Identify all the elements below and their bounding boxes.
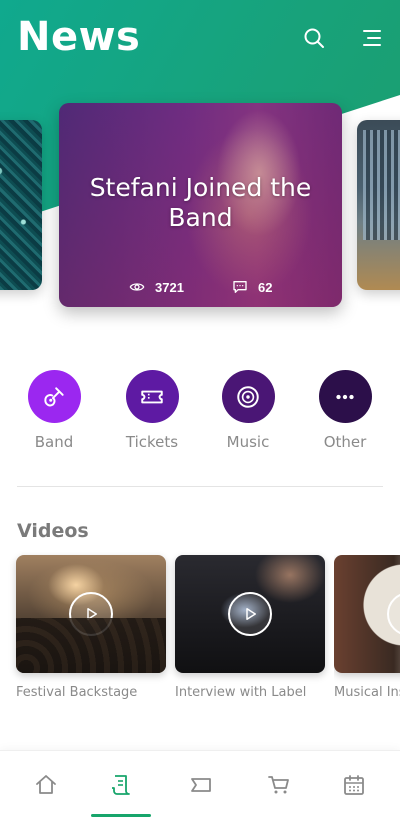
video-thumbnail bbox=[334, 555, 400, 673]
divider bbox=[17, 486, 383, 487]
video-title: Musical Ins bbox=[334, 685, 400, 700]
video-card[interactable]: Interview with Label bbox=[175, 555, 325, 700]
search-button[interactable] bbox=[302, 26, 326, 50]
video-card[interactable]: Festival Backstage bbox=[16, 555, 166, 700]
play-icon bbox=[87, 608, 97, 620]
views-count: 3721 bbox=[129, 279, 184, 295]
featured-title: Stefani Joined the Band bbox=[89, 173, 312, 232]
category-band-circle bbox=[27, 370, 81, 423]
views-value: 3721 bbox=[155, 279, 184, 295]
carousel-card-previous[interactable] bbox=[0, 120, 42, 290]
nav-tickets[interactable] bbox=[161, 751, 241, 817]
carousel-card-next[interactable] bbox=[357, 120, 400, 290]
calendar-icon bbox=[344, 774, 364, 795]
comments-value: 62 bbox=[258, 279, 273, 295]
video-thumbnail bbox=[16, 555, 166, 673]
nav-news[interactable] bbox=[81, 751, 161, 817]
menu-icon bbox=[363, 30, 381, 46]
category-tickets[interactable]: Tickets bbox=[112, 370, 192, 451]
video-thumbnail bbox=[175, 555, 325, 673]
news-icon bbox=[112, 774, 130, 795]
video-title: Interview with Label bbox=[175, 685, 307, 700]
comment-icon bbox=[233, 281, 247, 293]
play-button[interactable] bbox=[387, 592, 400, 636]
guitar-icon bbox=[44, 386, 64, 406]
disc-icon bbox=[237, 385, 259, 408]
category-label: Band bbox=[34, 433, 74, 451]
nav-calendar[interactable] bbox=[314, 751, 394, 817]
eye-icon bbox=[129, 283, 145, 291]
category-music[interactable]: Music bbox=[208, 370, 288, 451]
category-band[interactable]: Band bbox=[14, 370, 94, 451]
video-title: Festival Backstage bbox=[16, 685, 138, 700]
videos-section-title: Videos bbox=[17, 520, 89, 542]
search-icon bbox=[304, 28, 324, 48]
play-button[interactable] bbox=[228, 592, 272, 636]
category-label: Music bbox=[226, 433, 270, 451]
page-title: News bbox=[17, 14, 141, 60]
more-icon bbox=[336, 394, 354, 399]
category-other-circle bbox=[318, 370, 372, 423]
category-music-circle bbox=[221, 370, 275, 423]
home-icon bbox=[36, 774, 56, 794]
cart-icon bbox=[268, 775, 289, 793]
menu-button[interactable] bbox=[360, 26, 384, 50]
video-card[interactable]: Musical Ins bbox=[334, 555, 400, 700]
ticket-icon bbox=[141, 390, 163, 403]
featured-card[interactable]: Stefani Joined the Band 3721 62 bbox=[59, 103, 342, 307]
nav-home[interactable] bbox=[6, 751, 86, 817]
category-tickets-circle bbox=[125, 370, 179, 423]
play-icon bbox=[246, 608, 256, 620]
ticket-icon bbox=[191, 777, 211, 792]
category-label: Tickets bbox=[125, 433, 179, 451]
comments-count: 62 bbox=[232, 279, 272, 295]
nav-cart[interactable] bbox=[239, 751, 319, 817]
category-label: Other bbox=[323, 433, 367, 451]
category-other[interactable]: Other bbox=[305, 370, 385, 451]
bottom-navigation bbox=[0, 750, 400, 817]
play-button[interactable] bbox=[69, 592, 113, 636]
